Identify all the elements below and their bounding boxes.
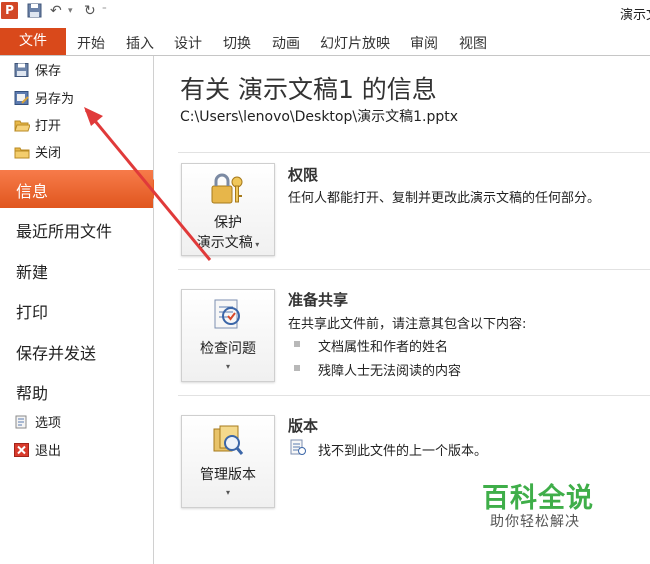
- open-folder-icon: [14, 118, 31, 132]
- tab-insert[interactable]: 插入: [126, 33, 154, 53]
- redo-icon[interactable]: ↻: [84, 3, 96, 19]
- title-bar: P ↶ ▾ ↻ ⁼ 演示文: [0, 0, 650, 24]
- save-as-command[interactable]: 另存为: [14, 90, 74, 110]
- tab-review[interactable]: 审阅: [410, 33, 438, 53]
- tab-file[interactable]: 文件: [0, 28, 66, 55]
- manage-versions-icon: [213, 425, 244, 455]
- chevron-down-icon: ▾: [225, 488, 230, 497]
- lock-key-icon: [211, 173, 243, 204]
- inspect-document-icon: [214, 299, 240, 329]
- ribbon-tab-bar: 文件 开始 插入 设计 切换 动画 幻灯片放映 审阅 视图: [0, 26, 650, 56]
- section-divider: [178, 395, 650, 396]
- powerpoint-app-icon[interactable]: P: [1, 2, 18, 19]
- tab-design[interactable]: 设计: [174, 33, 202, 53]
- close-command-label: 关闭: [35, 146, 62, 161]
- nav-new[interactable]: 新建: [16, 259, 48, 283]
- undo-dropdown-icon[interactable]: ▾: [68, 3, 73, 19]
- check-issues-button[interactable]: 检查问题 ▾: [181, 289, 275, 382]
- close-command[interactable]: 关闭: [14, 144, 61, 164]
- manage-versions-button[interactable]: 管理版本 ▾: [181, 415, 275, 508]
- protect-presentation-button[interactable]: 保护 演示文稿 ▾: [181, 163, 275, 256]
- exit-command-label: 退出: [35, 444, 62, 459]
- tab-view[interactable]: 视图: [459, 33, 487, 53]
- tab-animations[interactable]: 动画: [272, 33, 300, 53]
- protect-button-label-line1: 保护: [214, 215, 242, 231]
- section-divider: [178, 152, 650, 153]
- watermark-logo: 百科全说 助你轻松解决: [458, 470, 618, 538]
- bullet-icon: [294, 341, 300, 347]
- save-as-icon: [14, 91, 30, 105]
- bullet-icon: [294, 365, 300, 371]
- section-divider: [178, 269, 650, 270]
- prepare-sharing-text: 在共享此文件前，请注意其包含以下内容:: [288, 317, 527, 332]
- nav-recent[interactable]: 最近所用文件: [16, 218, 112, 242]
- protect-button-label-line2: 演示文稿 ▾: [196, 235, 260, 251]
- page-title: 有关 演示文稿1 的信息: [180, 75, 437, 104]
- sharing-bullet-1: 文档属性和作者的姓名: [318, 340, 449, 355]
- nav-info[interactable]: 信息: [0, 170, 163, 208]
- chevron-down-icon: ▾: [225, 362, 230, 371]
- tab-transitions[interactable]: 切换: [223, 33, 251, 53]
- open-command[interactable]: 打开: [14, 117, 61, 137]
- prepare-sharing-heading: 准备共享: [288, 291, 349, 309]
- save-icon[interactable]: [27, 3, 42, 19]
- versions-text: 找不到此文件的上一个版本。: [318, 444, 488, 459]
- undo-icon[interactable]: ↶: [50, 3, 62, 19]
- save-icon: [14, 63, 30, 77]
- window-title: 演示文: [620, 8, 650, 23]
- save-command-label: 保存: [35, 64, 62, 79]
- qat-customize-icon[interactable]: ⁼: [102, 3, 107, 19]
- tab-home[interactable]: 开始: [77, 33, 105, 53]
- options-command-label: 选项: [35, 416, 62, 431]
- watermark-subtitle: 助你轻松解决: [490, 514, 580, 530]
- nav-info-label: 信息: [16, 182, 49, 201]
- check-issues-label: 检查问题: [200, 341, 256, 357]
- sharing-bullet-2: 残障人士无法阅读的内容: [318, 364, 462, 379]
- options-command[interactable]: 选项: [14, 414, 61, 434]
- nav-print[interactable]: 打印: [16, 299, 48, 323]
- open-command-label: 打开: [35, 119, 62, 134]
- manage-versions-label: 管理版本: [200, 467, 256, 483]
- backstage-sidebar: 保存 另存为 打开 关闭 信息 最近所用文件 新建 打印 保存并发送 帮助 选项…: [0, 56, 163, 564]
- versions-heading: 版本: [288, 417, 319, 435]
- exit-command[interactable]: 退出: [14, 442, 61, 462]
- tab-slideshow[interactable]: 幻灯片放映: [320, 33, 390, 53]
- document-version-icon: [290, 439, 306, 455]
- options-icon: [14, 415, 30, 429]
- save-as-command-label: 另存为: [35, 92, 75, 107]
- permissions-text: 任何人都能打开、复制并更改此演示文稿的任何部分。: [288, 191, 601, 206]
- nav-help[interactable]: 帮助: [16, 380, 48, 404]
- watermark-title: 百科全说: [482, 483, 594, 514]
- close-folder-icon: [14, 145, 30, 159]
- file-path: C:\Users\lenovo\Desktop\演示文稿1.pptx: [180, 109, 458, 125]
- save-command[interactable]: 保存: [14, 62, 61, 82]
- exit-icon: [14, 443, 30, 457]
- permissions-heading: 权限: [288, 166, 319, 184]
- nav-save-send[interactable]: 保存并发送: [16, 340, 96, 364]
